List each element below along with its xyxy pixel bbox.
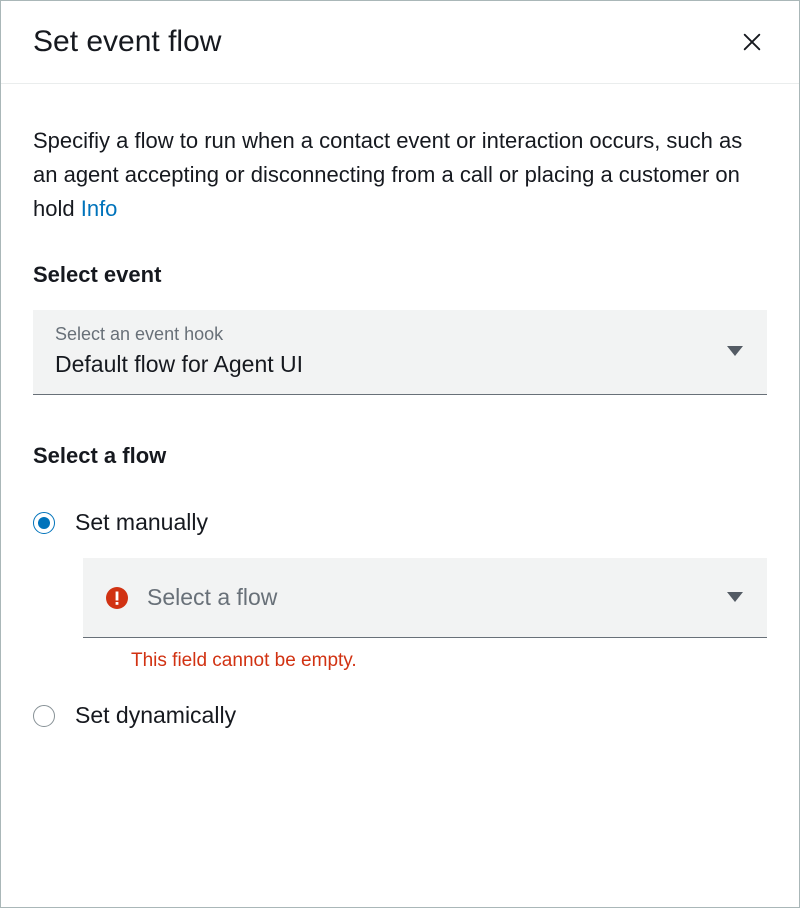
radio-set-dynamically-label: Set dynamically [75,702,236,729]
caret-down-icon [727,589,743,607]
panel-body: Specifiy a flow to run when a contact ev… [1,84,799,729]
panel-title: Set event flow [33,25,221,59]
set-event-flow-panel: Set event flow Specifiy a flow to run wh… [0,0,800,908]
select-event-label: Select event [33,262,767,288]
radio-set-dynamically[interactable] [33,705,55,727]
panel-description: Specifiy a flow to run when a contact ev… [33,124,767,226]
flow-dropdown-placeholder: Select a flow [147,584,277,611]
error-icon [105,586,129,610]
flow-error-message: This field cannot be empty. [131,650,767,672]
radio-set-manually-row[interactable]: Set manually [33,509,767,536]
manual-flow-nested: Select a flow This field cannot be empty… [83,558,767,672]
caret-down-icon [727,343,743,361]
event-hook-caption: Select an event hook [55,324,747,345]
close-icon [741,41,763,56]
radio-set-manually[interactable] [33,512,55,534]
flow-dropdown[interactable]: Select a flow [83,558,767,638]
info-link[interactable]: Info [81,196,118,221]
close-button[interactable] [737,27,767,57]
radio-set-dynamically-row[interactable]: Set dynamically [33,702,767,729]
radio-set-manually-label: Set manually [75,509,208,536]
description-text: Specifiy a flow to run when a contact ev… [33,128,742,221]
radio-dot-icon [38,517,50,529]
select-flow-label: Select a flow [33,443,767,469]
event-hook-value: Default flow for Agent UI [55,351,747,378]
event-hook-dropdown[interactable]: Select an event hook Default flow for Ag… [33,310,767,395]
panel-header: Set event flow [1,1,799,84]
